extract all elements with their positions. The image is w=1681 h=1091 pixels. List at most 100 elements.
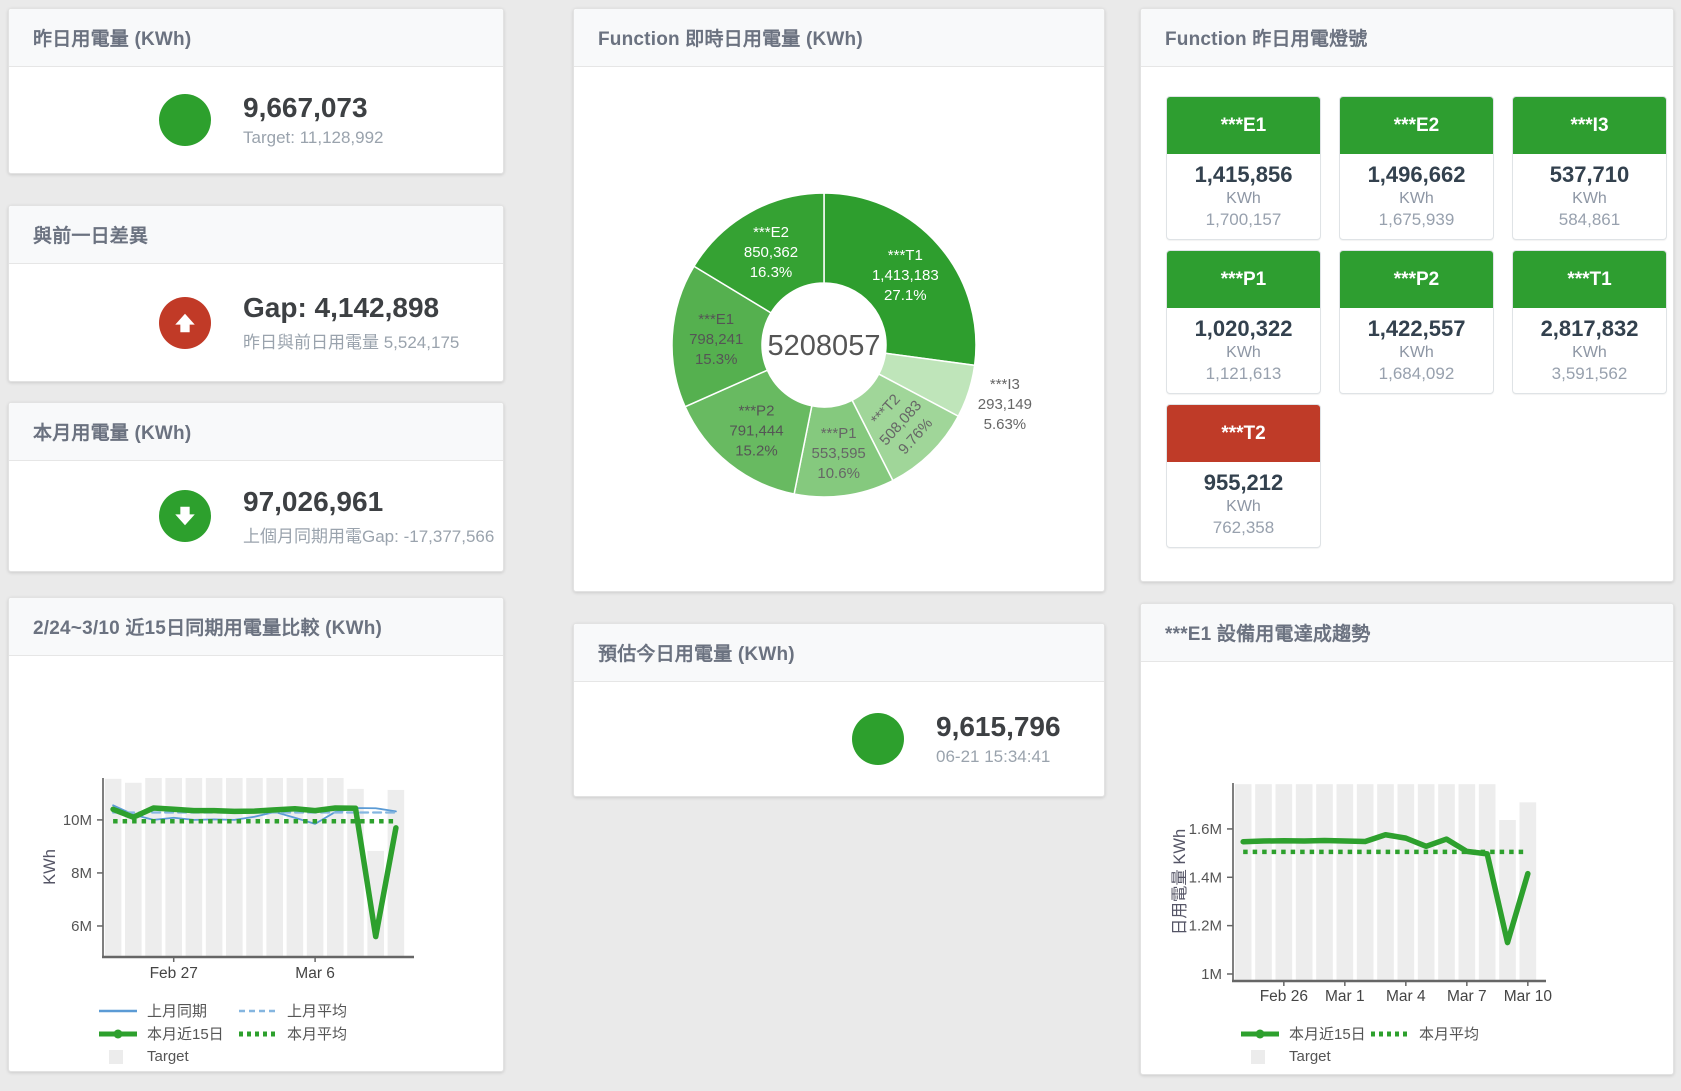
card-trend-header: ***E1 設備用電達成趨勢 (1141, 604, 1673, 662)
legend-item[interactable]: 本月平均 (237, 1023, 377, 1044)
card-diff: 與前一日差異 Gap: 4,142,898 昨日與前日用電量 5,524,175 (8, 205, 504, 382)
tile-target: 3,591,562 (1513, 364, 1666, 384)
tile-unit: KWh (1513, 190, 1666, 208)
light-tile: ***I3537,710KWh584,861 (1512, 96, 1667, 240)
card-title: 預估今日用電量 (KWh) (598, 639, 795, 666)
tile-value: 1,415,856 (1167, 162, 1320, 188)
svg-text:***I3: ***I3 (990, 376, 1020, 393)
legend-marker-icon (1239, 1049, 1281, 1064)
svg-text:***E1: ***E1 (698, 311, 734, 328)
tile-unit: KWh (1167, 344, 1320, 362)
svg-text:5.63%: 5.63% (984, 416, 1027, 433)
legend-item[interactable]: Target (97, 1048, 237, 1065)
legend-marker-icon (237, 1026, 279, 1041)
light-tile: ***E21,496,662KWh1,675,939 (1339, 96, 1494, 240)
status-circle-icon (159, 94, 211, 146)
tile-target: 584,861 (1513, 210, 1666, 230)
svg-text:Feb 27: Feb 27 (150, 965, 198, 982)
tile-label: ***I3 (1513, 97, 1666, 154)
svg-text:791,444: 791,444 (729, 422, 783, 439)
svg-text:***T1: ***T1 (888, 247, 923, 264)
svg-text:日用電量 KWh: 日用電量 KWh (1171, 829, 1189, 935)
light-tile: ***T2955,212KWh762,358 (1166, 404, 1321, 548)
tile-label: ***T1 (1513, 251, 1666, 308)
svg-text:1,413,183: 1,413,183 (872, 267, 939, 284)
svg-text:16.3%: 16.3% (750, 264, 793, 281)
legend-label: 上月同期 (147, 1000, 207, 1021)
legend-label: 本月近15日 (147, 1023, 224, 1044)
card-title: Function 即時日用電量 (KWh) (598, 24, 863, 51)
card-month-header: 本月用電量 (KWh) (9, 403, 503, 461)
dashboard: { "colors": { "green": "#2da02d", "red":… (0, 0, 1681, 1091)
card-diff-header: 與前一日差異 (9, 206, 503, 264)
svg-text:5208057: 5208057 (768, 330, 881, 362)
card-yesterday-header: 昨日用電量 (KWh) (9, 9, 503, 67)
card-lights: Function 昨日用電燈號 ***E11,415,856KWh1,700,1… (1140, 8, 1674, 582)
legend-label: 上月平均 (287, 1000, 347, 1021)
svg-text:Feb 26: Feb 26 (1260, 988, 1308, 1005)
svg-text:***P1: ***P1 (821, 425, 857, 442)
svg-text:Mar 10: Mar 10 (1504, 988, 1553, 1005)
svg-text:Mar 6: Mar 6 (295, 965, 335, 982)
card-title: 2/24~3/10 近15日同期用電量比較 (KWh) (33, 613, 382, 640)
svg-text:1M: 1M (1201, 966, 1222, 983)
kpi-value: 9,615,796 (936, 711, 1061, 743)
legend-label: 本月平均 (1419, 1023, 1479, 1044)
up-arrow-icon (159, 297, 211, 349)
svg-text:553,595: 553,595 (812, 445, 866, 462)
tile-label: ***T2 (1167, 405, 1320, 462)
tile-target: 1,700,157 (1167, 210, 1320, 230)
card-yesterday: 昨日用電量 (KWh) 9,667,073 Target: 11,128,992 (8, 8, 504, 174)
card-title: 與前一日差異 (33, 221, 148, 248)
legend-item[interactable]: 本月近15日 (97, 1023, 237, 1044)
compare15-plot: 6M8M10MKWhFeb 27Mar 6 (9, 656, 503, 986)
tile-unit: KWh (1167, 190, 1320, 208)
tile-label: ***P1 (1167, 251, 1320, 308)
card-compare-header: 2/24~3/10 近15日同期用電量比較 (KWh) (9, 598, 503, 656)
svg-text:1.6M: 1.6M (1189, 821, 1222, 838)
card-title: ***E1 設備用電達成趨勢 (1165, 619, 1371, 646)
legend-item[interactable]: 上月同期 (97, 1000, 237, 1021)
legend-item[interactable]: Target (1239, 1048, 1369, 1065)
card-title: Function 昨日用電燈號 (1165, 24, 1367, 51)
kpi-sub: 上個月同期用電Gap: -17,377,566 (243, 522, 494, 547)
svg-text:8M: 8M (71, 865, 92, 882)
lights-grid: ***E11,415,856KWh1,700,157***E21,496,662… (1141, 67, 1673, 548)
legend-marker-icon (1239, 1026, 1281, 1041)
svg-text:15.2%: 15.2% (735, 442, 778, 459)
tile-unit: KWh (1167, 498, 1320, 516)
legend-label: 本月平均 (287, 1023, 347, 1044)
svg-text:Mar 7: Mar 7 (1447, 988, 1487, 1005)
light-tile: ***E11,415,856KWh1,700,157 (1166, 96, 1321, 240)
card-lights-header: Function 昨日用電燈號 (1141, 9, 1673, 67)
legend-item[interactable]: 本月平均 (1369, 1023, 1499, 1044)
compare-chart: 6M8M10MKWhFeb 27Mar 6上月同期上月平均本月近15日本月平均T… (9, 656, 503, 1068)
tile-target: 762,358 (1167, 518, 1320, 538)
kpi-value: 9,667,073 (243, 92, 384, 124)
kpi-value: 97,026,961 (243, 486, 494, 518)
legend-marker-icon (237, 1003, 279, 1018)
tile-label: ***E2 (1340, 97, 1493, 154)
down-arrow-icon (159, 490, 211, 542)
legend-item[interactable]: 上月平均 (237, 1000, 377, 1021)
legend-marker-icon (97, 1026, 139, 1041)
donut-plot: ***T11,413,18327.1%***I3293,1495.63%***T… (574, 67, 1104, 591)
svg-text:KWh: KWh (41, 849, 59, 885)
svg-text:1.2M: 1.2M (1189, 918, 1222, 935)
tile-unit: KWh (1340, 344, 1493, 362)
trend-chart: 1M1.2M1.4M1.6M日用電量 KWhFeb 26Mar 1Mar 4Ma… (1141, 662, 1673, 1068)
kpi-sub: 昨日與前日用電量 5,524,175 (243, 328, 459, 353)
svg-text:798,241: 798,241 (689, 331, 743, 348)
tile-target: 1,684,092 (1340, 364, 1493, 384)
tile-target: 1,675,939 (1340, 210, 1493, 230)
tile-unit: KWh (1340, 190, 1493, 208)
card-trend: ***E1 設備用電達成趨勢 1M1.2M1.4M1.6M日用電量 KWhFeb… (1140, 603, 1674, 1075)
svg-text:850,362: 850,362 (744, 244, 798, 261)
legend-label: Target (1289, 1048, 1331, 1065)
tile-value: 1,020,322 (1167, 316, 1320, 342)
svg-text:293,149: 293,149 (978, 396, 1032, 413)
card-title: 本月用電量 (KWh) (33, 418, 191, 445)
svg-text:Mar 4: Mar 4 (1386, 988, 1426, 1005)
tile-unit: KWh (1513, 344, 1666, 362)
legend-item[interactable]: 本月近15日 (1239, 1023, 1369, 1044)
